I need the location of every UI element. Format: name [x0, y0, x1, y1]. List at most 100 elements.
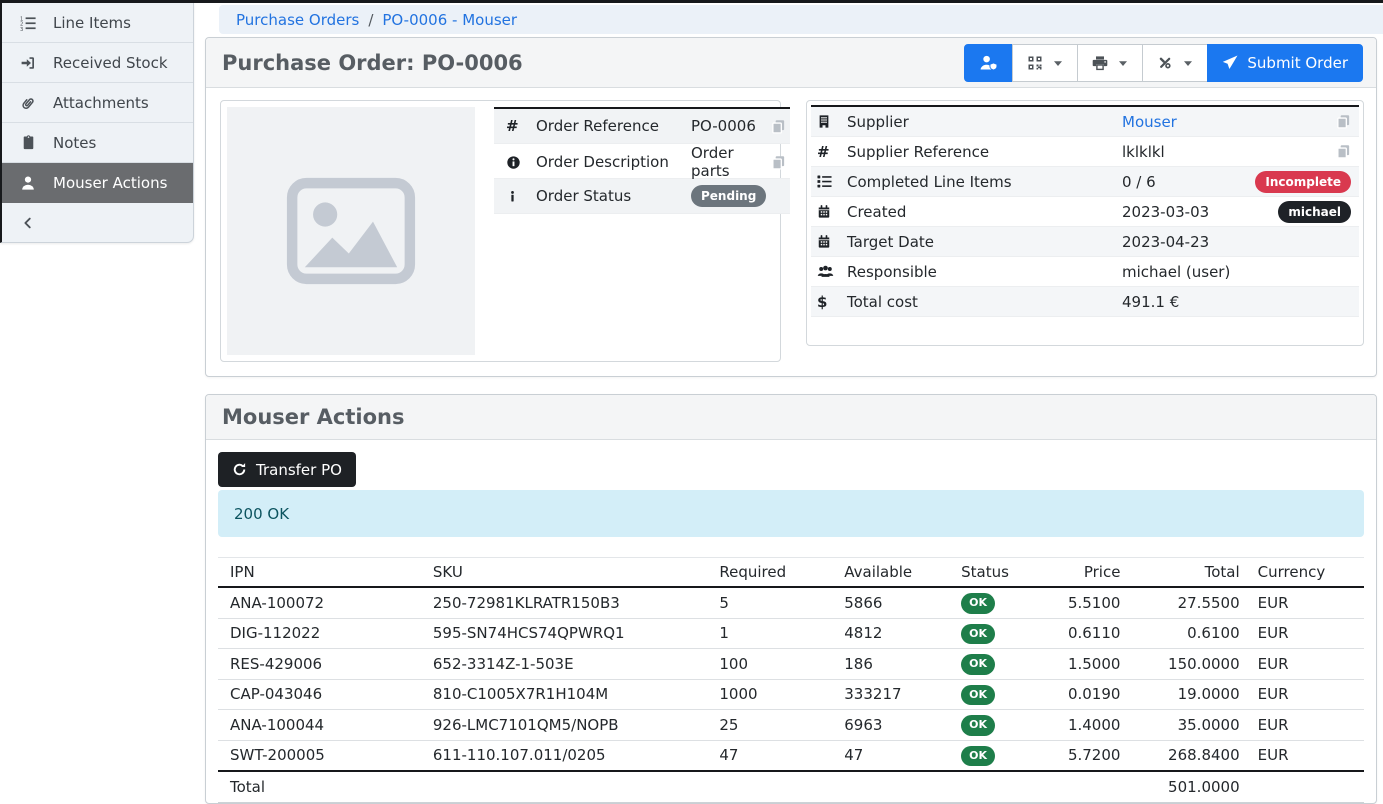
breadcrumb-link-purchase-orders[interactable]: Purchase Orders — [236, 11, 359, 29]
cell-required: 5 — [715, 587, 840, 618]
cell-total: 19.0000 — [1124, 679, 1243, 710]
detail-value: PO-0006 — [691, 117, 766, 135]
cell-currency: EUR — [1244, 740, 1364, 771]
incomplete-badge: Incomplete — [1255, 171, 1351, 193]
sidebar-item-mouser-actions[interactable]: Mouser Actions — [2, 163, 193, 203]
building-icon — [817, 114, 847, 129]
ok-badge: OK — [961, 624, 995, 645]
cell-available: 4812 — [840, 618, 957, 649]
sidebar-item-notes[interactable]: Notes — [2, 123, 193, 163]
cell-sku: 595-SN74HCS74QPWRQ1 — [429, 618, 716, 649]
supplier-details-card: Supplier Mouser # Supplier Reference lkl… — [806, 100, 1364, 346]
info-icon — [506, 189, 536, 204]
cell-price: 0.0190 — [1027, 679, 1124, 710]
clipboard-icon — [17, 135, 39, 150]
user-shield-icon — [979, 54, 998, 71]
order-reference-row: # Order Reference PO-0006 — [494, 109, 790, 144]
mouser-actions-panel: Mouser Actions Transfer PO 200 OK IP — [205, 394, 1377, 804]
ok-badge: OK — [961, 746, 995, 767]
rotate-icon — [232, 462, 247, 477]
order-details-table: # Order Reference PO-0006 Order Descript… — [494, 107, 790, 214]
completed-line-items-row: Completed Line Items 0 / 6 Incomplete — [811, 167, 1359, 197]
breadcrumb-link-current[interactable]: PO-0006 - Mouser — [382, 11, 517, 29]
col-ipn: IPN — [218, 558, 429, 588]
hashtag-icon: # — [817, 143, 847, 161]
table-row: CAP-043046 810-C1005X7R1H104M 1000 33321… — [218, 679, 1364, 710]
status-alert: 200 OK — [218, 490, 1364, 537]
copy-icon[interactable] — [1336, 114, 1351, 129]
cell-sku: 810-C1005X7R1H104M — [429, 679, 716, 710]
cell-required: 100 — [715, 649, 840, 680]
sign-in-icon — [17, 55, 39, 71]
col-total: Total — [1124, 558, 1243, 588]
detail-label: Supplier Reference — [847, 143, 1122, 161]
cell-ipn: CAP-043046 — [218, 679, 429, 710]
transfer-po-button[interactable]: Transfer PO — [218, 452, 356, 487]
detail-value: 491.1 € — [1122, 293, 1351, 311]
order-details-card: # Order Reference PO-0006 Order Descript… — [220, 100, 781, 362]
order-actions-button-group: Submit Order — [964, 44, 1363, 82]
cell-ipn: ANA-100072 — [218, 587, 429, 618]
line-items-table: IPN SKU Required Available Status Price … — [218, 557, 1364, 803]
order-description-row: Order Description Order parts — [494, 144, 790, 179]
cell-currency: EUR — [1244, 679, 1364, 710]
col-currency: Currency — [1244, 558, 1364, 588]
cell-ipn: ANA-100044 — [218, 710, 429, 741]
info-circle-icon — [506, 155, 536, 170]
caret-down-icon — [1183, 58, 1193, 68]
cell-sku: 611-110.107.011/0205 — [429, 740, 716, 771]
cell-available: 47 — [840, 740, 957, 771]
cell-currency: EUR — [1244, 710, 1364, 741]
copy-icon[interactable] — [1336, 144, 1351, 159]
col-price: Price — [1027, 558, 1124, 588]
users-icon — [817, 264, 847, 279]
barcode-actions-button[interactable] — [1012, 44, 1078, 82]
cell-sku: 926-LMC7101QM5/NOPB — [429, 710, 716, 741]
mouser-actions-panel-header: Mouser Actions — [206, 395, 1376, 440]
cell-currency: EUR — [1244, 587, 1364, 618]
cell-price: 1.4000 — [1027, 710, 1124, 741]
cell-available: 333217 — [840, 679, 957, 710]
purchase-order-panel-header: Purchase Order: PO-0006 — [206, 38, 1376, 88]
caret-down-icon — [1053, 58, 1063, 68]
submit-order-button[interactable]: Submit Order — [1207, 44, 1363, 82]
dollar-icon: $ — [817, 293, 847, 311]
breadcrumb-separator: / — [368, 11, 373, 29]
order-roles-button[interactable] — [964, 44, 1013, 82]
copy-icon[interactable] — [766, 155, 786, 170]
sidebar-item-attachments[interactable]: Attachments — [2, 83, 193, 123]
cell-total: 268.8400 — [1124, 740, 1243, 771]
supplier-link[interactable]: Mouser — [1122, 113, 1177, 131]
sidebar-item-label: Notes — [53, 134, 96, 152]
order-options-button[interactable] — [1142, 44, 1208, 82]
cell-required: 1 — [715, 618, 840, 649]
cell-available: 5866 — [840, 587, 957, 618]
created-row: Created 2023-03-03 michael — [811, 197, 1359, 227]
status-alert-text: 200 OK — [234, 505, 289, 523]
responsible-row: Responsible michael (user) — [811, 257, 1359, 287]
footer-total-value: 501.0000 — [1124, 771, 1243, 803]
main-content: Purchase Orders / PO-0006 - Mouser Purch… — [205, 3, 1383, 804]
print-actions-button[interactable] — [1077, 44, 1143, 82]
user-icon — [17, 175, 39, 191]
sidebar-item-label: Line Items — [53, 14, 131, 32]
detail-value: lklklkl — [1122, 143, 1336, 161]
paperclip-icon — [17, 95, 39, 111]
footer-total-label: Total — [218, 771, 1124, 803]
sidebar-collapse-button[interactable] — [2, 203, 193, 242]
cell-required: 25 — [715, 710, 840, 741]
chevron-left-icon — [17, 216, 39, 230]
empty-row — [811, 317, 1359, 339]
qrcode-icon — [1027, 55, 1043, 71]
sidebar-item-line-items[interactable]: 123 Line Items — [2, 3, 193, 43]
sidebar-item-received-stock[interactable]: Received Stock — [2, 43, 193, 83]
purchase-order-panel-body: # Order Reference PO-0006 Order Descript… — [206, 88, 1376, 376]
target-date-row: Target Date 2023-04-23 — [811, 227, 1359, 257]
cell-price: 5.5100 — [1027, 587, 1124, 618]
cell-available: 6963 — [840, 710, 957, 741]
copy-icon[interactable] — [766, 119, 786, 134]
sidebar-item-label: Received Stock — [53, 54, 168, 72]
cell-status: OK — [957, 679, 1027, 710]
page-title: Purchase Order: PO-0006 — [222, 51, 523, 75]
calendar-icon — [817, 204, 847, 219]
